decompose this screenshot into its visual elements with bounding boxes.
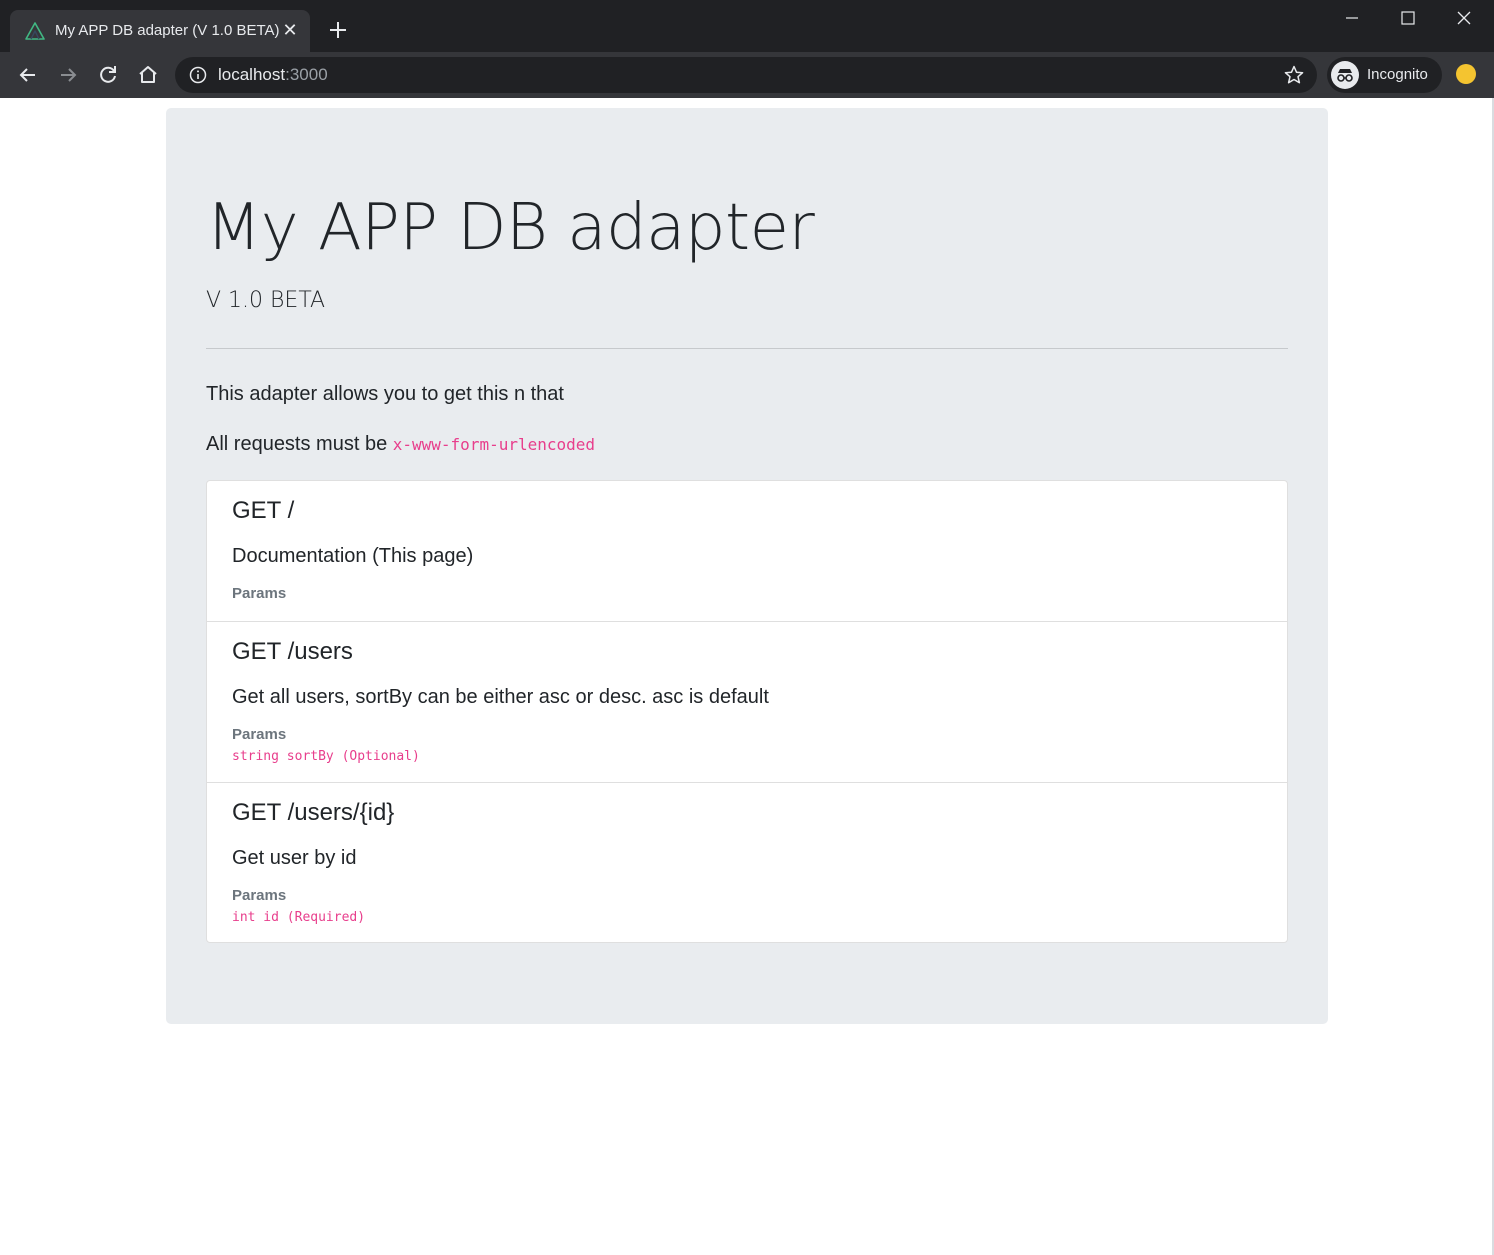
incognito-label: Incognito bbox=[1367, 66, 1428, 83]
endpoint-method-path: GET / bbox=[232, 497, 295, 524]
url-port: :3000 bbox=[285, 65, 328, 84]
forward-arrow-icon[interactable] bbox=[55, 62, 81, 88]
reload-icon[interactable] bbox=[95, 62, 121, 88]
endpoint-description: Get user by id bbox=[232, 847, 357, 869]
encoding-code: x-www-form-urlencoded bbox=[392, 435, 596, 454]
endpoint-method-path: GET /users bbox=[232, 638, 353, 665]
tab-strip: My APP DB adapter (V 1.0 BETA) ✕ bbox=[0, 0, 1494, 52]
maximize-icon[interactable] bbox=[1388, 4, 1428, 32]
params-label: Params bbox=[232, 887, 287, 904]
jumbotron: My APP DB adapter V 1.0 BETA This adapte… bbox=[166, 108, 1328, 1024]
plus-icon[interactable] bbox=[324, 16, 352, 44]
requests-note: All requests must be x-www-form-urlencod… bbox=[206, 433, 595, 456]
endpoint-item: GET /users Get all users, sortBy can be … bbox=[207, 621, 1287, 782]
page-title: My APP DB adapter bbox=[206, 191, 815, 265]
url-host: localhost bbox=[218, 65, 286, 84]
home-icon[interactable] bbox=[135, 62, 161, 88]
param-code: int id (Required) bbox=[232, 910, 366, 925]
incognito-profile-chip[interactable]: Incognito bbox=[1327, 57, 1442, 93]
incognito-avatar bbox=[1331, 61, 1359, 89]
intro-text: This adapter allows you to get this n th… bbox=[206, 383, 564, 405]
star-icon[interactable] bbox=[1283, 64, 1305, 86]
endpoint-item: GET /users/{id} Get user by id Params in… bbox=[207, 782, 1287, 942]
browser-toolbar: localhost:3000 Incognito bbox=[0, 52, 1494, 98]
browser-window-chrome: My APP DB adapter (V 1.0 BETA) ✕ localho… bbox=[0, 0, 1494, 98]
close-icon[interactable] bbox=[1444, 4, 1484, 32]
address-bar[interactable]: localhost:3000 bbox=[175, 57, 1317, 93]
divider bbox=[206, 348, 1288, 349]
info-icon[interactable] bbox=[189, 66, 207, 84]
extension-icon[interactable] bbox=[1456, 64, 1476, 84]
params-label: Params bbox=[232, 585, 287, 602]
endpoint-method-path: GET /users/{id} bbox=[232, 799, 395, 826]
vue-logo-icon bbox=[25, 22, 45, 40]
tab-title: My APP DB adapter (V 1.0 BETA) bbox=[55, 22, 280, 39]
minimize-icon[interactable] bbox=[1332, 4, 1372, 32]
endpoint-item: GET / Documentation (This page) Params bbox=[207, 481, 1287, 621]
endpoint-description: Documentation (This page) bbox=[232, 545, 474, 567]
param-code: string sortBy (Optional) bbox=[232, 749, 420, 764]
endpoint-description: Get all users, sortBy can be either asc … bbox=[232, 686, 769, 708]
back-arrow-icon[interactable] bbox=[15, 62, 41, 88]
browser-tab-active[interactable]: My APP DB adapter (V 1.0 BETA) ✕ bbox=[10, 10, 310, 52]
page-subtitle: V 1.0 BETA bbox=[206, 288, 326, 313]
requests-prefix: All requests must be bbox=[206, 433, 393, 455]
endpoint-list: GET / Documentation (This page) Params G… bbox=[206, 480, 1288, 943]
params-label: Params bbox=[232, 726, 287, 743]
incognito-icon bbox=[1337, 69, 1353, 82]
tab-close-icon[interactable]: ✕ bbox=[280, 20, 300, 40]
url-text: localhost:3000 bbox=[218, 65, 328, 85]
